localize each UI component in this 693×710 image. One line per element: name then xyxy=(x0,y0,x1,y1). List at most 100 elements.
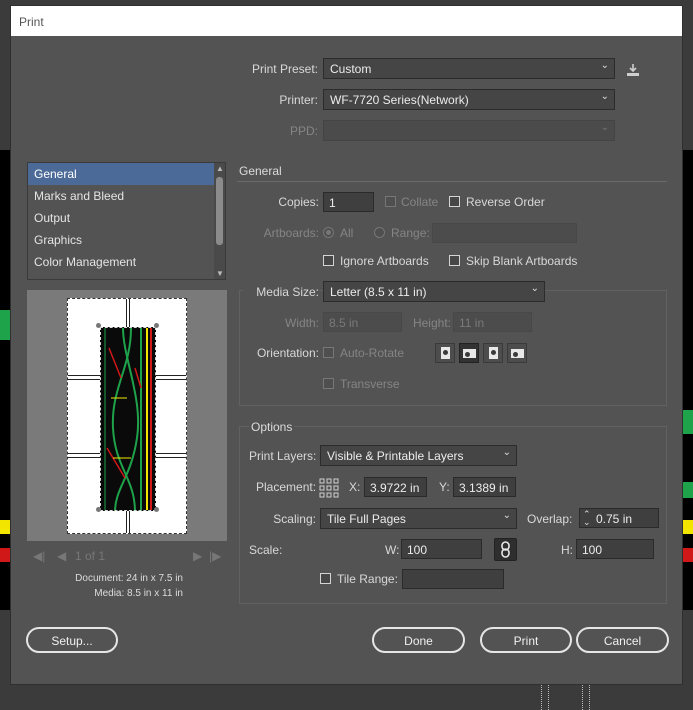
reverse-order-label[interactable]: Reverse Order xyxy=(466,195,545,209)
category-graphics[interactable]: Graphics xyxy=(28,229,225,251)
save-preset-icon[interactable] xyxy=(625,62,641,78)
background-dotted-lines-2 xyxy=(582,685,590,710)
placement-marker-4 xyxy=(154,507,159,512)
constrain-proportions-link-icon[interactable] xyxy=(494,538,517,561)
general-divider xyxy=(237,181,667,182)
copies-label: Copies: xyxy=(278,195,319,209)
portrait-flipped-orientation-icon[interactable] xyxy=(483,343,503,363)
artboards-all-label: All xyxy=(340,226,354,240)
height-label: Height: xyxy=(412,316,451,330)
ppd-select: ⌄ xyxy=(323,120,615,141)
tile-range-checkbox[interactable] xyxy=(320,573,331,584)
print-dialog: Print Print Preset: Custom ⌄ Printer: WF… xyxy=(10,5,683,685)
landscape-orientation-icon[interactable] xyxy=(459,343,479,363)
collate-label: Collate xyxy=(401,195,439,209)
landscape-flipped-orientation-icon[interactable] xyxy=(507,343,527,363)
general-header: General xyxy=(239,164,282,178)
height-input: 11 in xyxy=(453,312,532,332)
printer-select[interactable]: WF-7720 Series(Network) ⌄ xyxy=(323,89,615,110)
placement-marker-3 xyxy=(96,507,101,512)
preview-pager: ◀| ◀ 1 of 1 ▶ |▶ xyxy=(27,547,227,565)
overlap-label: Overlap: xyxy=(527,512,573,526)
category-output[interactable]: Output xyxy=(28,207,225,229)
done-button[interactable]: Done xyxy=(372,627,465,653)
collate-checkbox xyxy=(385,196,396,207)
y-label: Y: xyxy=(439,480,450,494)
category-list-scrollbar[interactable]: ▲ ▼ xyxy=(214,163,225,279)
setup-button[interactable]: Setup... xyxy=(26,627,118,653)
transverse-label: Transverse xyxy=(340,377,400,391)
category-general[interactable]: General xyxy=(28,163,225,185)
category-list: General Marks and Bleed Output Graphics … xyxy=(27,162,226,280)
chevron-down-icon: ⌄ xyxy=(600,91,609,102)
overlap-input[interactable]: ⌃ ⌄ 0.75 in xyxy=(579,508,659,528)
overlap-stepper-icon[interactable]: ⌃ ⌄ xyxy=(583,510,591,527)
preview-artwork xyxy=(100,327,156,511)
x-input[interactable]: 3.9722 in xyxy=(364,477,427,497)
scale-w-label: W: xyxy=(385,543,400,557)
portrait-orientation-icon[interactable] xyxy=(435,343,455,363)
scroll-up-icon[interactable]: ▲ xyxy=(216,164,224,173)
copies-input[interactable]: 1 xyxy=(323,192,374,212)
ignore-artboards-checkbox[interactable] xyxy=(323,255,334,266)
page-number: 1 of 1 xyxy=(75,549,106,563)
placement-marker xyxy=(96,323,101,328)
print-layers-label: Print Layers: xyxy=(249,449,317,463)
artboards-range-radio xyxy=(374,227,385,238)
category-marks-and-bleed[interactable]: Marks and Bleed xyxy=(28,185,225,207)
transverse-checkbox xyxy=(323,378,334,389)
media-size-value: Letter (8.5 x 11 in) xyxy=(330,285,427,299)
printer-value: WF-7720 Series(Network) xyxy=(330,93,469,107)
ppd-label: PPD: xyxy=(289,124,318,138)
overlap-value: 0.75 in xyxy=(596,512,633,526)
category-color-management[interactable]: Color Management xyxy=(28,251,225,273)
y-input[interactable]: 3.1389 in xyxy=(453,477,516,497)
artboards-range-label: Range: xyxy=(391,226,430,240)
artboards-range-input xyxy=(432,223,577,243)
print-preset-value: Custom xyxy=(330,62,372,76)
placement-marker-2 xyxy=(154,323,159,328)
prev-page-icon[interactable]: ◀ xyxy=(57,549,66,563)
next-page-icon[interactable]: ▶ xyxy=(193,549,202,563)
scale-w-input[interactable]: 100 xyxy=(401,539,482,559)
options-header: Options xyxy=(249,420,295,434)
last-page-icon[interactable]: |▶ xyxy=(209,549,221,563)
print-button[interactable]: Print xyxy=(480,627,572,653)
printer-label: Printer: xyxy=(279,93,318,107)
scaling-value: Tile Full Pages xyxy=(327,512,406,526)
print-preset-select[interactable]: Custom ⌄ xyxy=(323,58,615,79)
scrollbar-thumb[interactable] xyxy=(216,177,223,245)
skip-blank-artboards-label[interactable]: Skip Blank Artboards xyxy=(466,254,577,268)
scroll-down-icon[interactable]: ▼ xyxy=(216,269,224,278)
cancel-button[interactable]: Cancel xyxy=(576,627,669,653)
artboards-all-radio xyxy=(323,227,334,238)
media-size-select[interactable]: Letter (8.5 x 11 in) ⌄ xyxy=(323,281,545,302)
placement-origin-icon[interactable] xyxy=(319,478,339,498)
x-label: X: xyxy=(349,480,361,494)
auto-rotate-checkbox xyxy=(323,347,334,358)
chevron-down-icon: ⌄ xyxy=(600,60,609,71)
scale-label: Scale: xyxy=(249,543,283,557)
ignore-artboards-label[interactable]: Ignore Artboards xyxy=(340,254,429,268)
skip-blank-artboards-checkbox[interactable] xyxy=(449,255,460,266)
scaling-select[interactable]: Tile Full Pages ⌄ xyxy=(320,508,517,529)
background-dotted-lines xyxy=(541,685,549,710)
scale-h-input[interactable]: 100 xyxy=(576,539,654,559)
chevron-down-icon: ⌄ xyxy=(502,447,511,458)
track-plan-thumbnail xyxy=(104,328,152,510)
reverse-order-checkbox[interactable] xyxy=(449,196,460,207)
document-size-info: Document: 24 in x 7.5 in xyxy=(75,573,183,584)
print-layers-value: Visible & Printable Layers xyxy=(327,449,464,463)
scale-h-label: H: xyxy=(561,543,573,557)
media-size-label: Media Size: xyxy=(243,285,319,299)
tile-range-label[interactable]: Tile Range: xyxy=(337,572,398,586)
scaling-label: Scaling: xyxy=(273,512,316,526)
width-label: Width: xyxy=(284,316,319,330)
print-layers-select[interactable]: Visible & Printable Layers ⌄ xyxy=(320,445,517,466)
orientation-label: Orientation: xyxy=(256,346,319,360)
tile-range-input[interactable] xyxy=(402,569,504,589)
first-page-icon[interactable]: ◀| xyxy=(33,549,45,563)
print-preview[interactable] xyxy=(27,290,227,541)
artboards-label: Artboards: xyxy=(263,226,319,240)
chevron-down-icon: ⌄ xyxy=(530,283,539,294)
